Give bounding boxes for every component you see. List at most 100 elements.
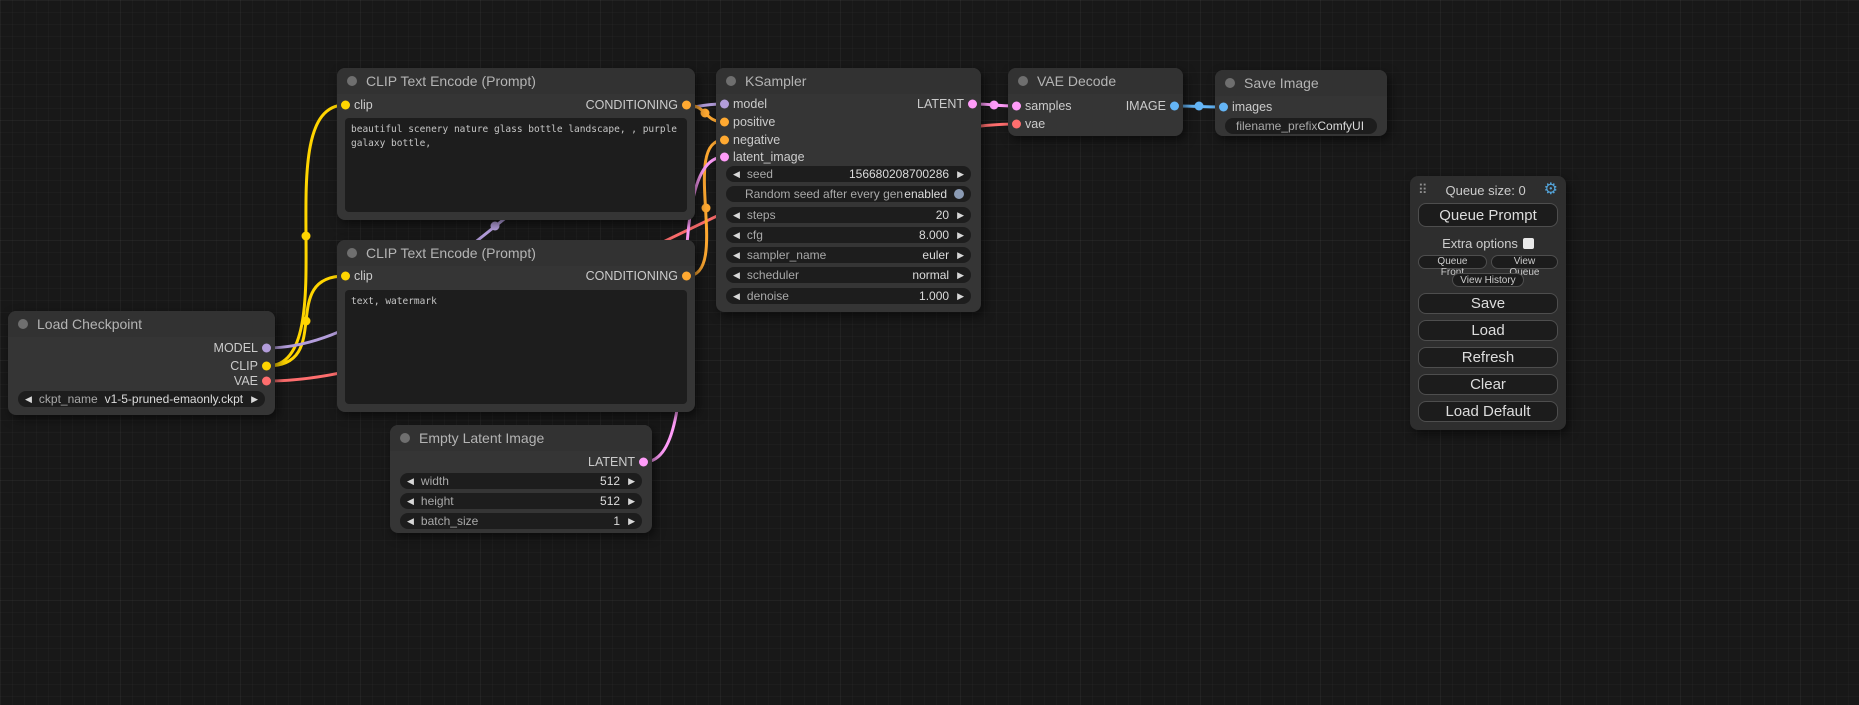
save-button[interactable]: Save bbox=[1418, 293, 1558, 314]
conditioning-output-dot[interactable] bbox=[682, 101, 691, 110]
clip-output-dot[interactable] bbox=[262, 362, 271, 371]
input-slot-positive: positive bbox=[716, 114, 981, 130]
node-clip-text-encode-positive[interactable]: CLIP Text Encode (Prompt) clip CONDITION… bbox=[337, 68, 695, 220]
node-title-bar[interactable]: CLIP Text Encode (Prompt) bbox=[337, 68, 695, 94]
clip-input-dot[interactable] bbox=[341, 272, 350, 281]
node-title-bar[interactable]: CLIP Text Encode (Prompt) bbox=[337, 240, 695, 266]
decrement-arrow-icon[interactable]: ◀ bbox=[733, 170, 740, 179]
samples-input-dot[interactable] bbox=[1012, 102, 1021, 111]
increment-arrow-icon[interactable]: ▶ bbox=[628, 477, 635, 486]
decrement-arrow-icon[interactable]: ◀ bbox=[733, 271, 740, 280]
node-title-bar[interactable]: Empty Latent Image bbox=[390, 425, 652, 451]
queue-prompt-button[interactable]: Queue Prompt bbox=[1418, 203, 1558, 227]
steps-widget[interactable]: ◀ steps 20 ▶ bbox=[726, 207, 971, 223]
clear-button[interactable]: Clear bbox=[1418, 374, 1558, 395]
model-input-dot[interactable] bbox=[720, 100, 729, 109]
clip-input-dot[interactable] bbox=[341, 101, 350, 110]
sampler-name-widget[interactable]: ◀ sampler_name euler ▶ bbox=[726, 247, 971, 263]
link-midpoint-dot bbox=[702, 204, 711, 213]
drag-handle-icon[interactable]: ⠿ bbox=[1418, 182, 1428, 198]
node-load-checkpoint[interactable]: Load Checkpoint MODEL CLIP VAE ◀ ckpt_na… bbox=[8, 311, 275, 415]
model-output-dot[interactable] bbox=[262, 344, 271, 353]
queue-menu-panel: ⠿ Queue size: 0 ⚙ Queue Prompt Extra opt… bbox=[1410, 176, 1566, 430]
increment-arrow-icon[interactable]: ▶ bbox=[957, 231, 964, 240]
ckpt-name-widget[interactable]: ◀ ckpt_name v1-5-pruned-emaonly.ckpt ▶ bbox=[18, 391, 265, 407]
node-title: Empty Latent Image bbox=[419, 430, 544, 446]
collapse-dot-icon[interactable] bbox=[1225, 78, 1235, 88]
decrement-arrow-icon[interactable]: ◀ bbox=[733, 251, 740, 260]
negative-input-dot[interactable] bbox=[720, 136, 729, 145]
decrement-arrow-icon[interactable]: ◀ bbox=[733, 231, 740, 240]
collapse-dot-icon[interactable] bbox=[726, 76, 736, 86]
node-title: VAE Decode bbox=[1037, 73, 1116, 89]
decrement-arrow-icon[interactable]: ◀ bbox=[407, 497, 414, 506]
node-title-bar[interactable]: KSampler bbox=[716, 68, 981, 94]
queue-size-label: Queue size: 0 bbox=[1428, 183, 1544, 198]
node-title-bar[interactable]: Load Checkpoint bbox=[8, 311, 275, 337]
denoise-widget[interactable]: ◀ denoise 1.000 ▶ bbox=[726, 288, 971, 304]
increment-arrow-icon[interactable]: ▶ bbox=[957, 292, 964, 301]
increment-arrow-icon[interactable]: ▶ bbox=[251, 395, 258, 404]
queue-front-button[interactable]: Queue Front bbox=[1418, 255, 1487, 269]
vae-output-dot[interactable] bbox=[262, 377, 271, 386]
node-clip-text-encode-negative[interactable]: CLIP Text Encode (Prompt) clip CONDITION… bbox=[337, 240, 695, 412]
input-slot-vae: vae bbox=[1008, 116, 1183, 132]
decrement-arrow-icon[interactable]: ◀ bbox=[733, 211, 740, 220]
view-queue-button[interactable]: View Queue bbox=[1491, 255, 1558, 269]
view-history-button[interactable]: View History bbox=[1452, 273, 1523, 287]
link-midpoint-dot bbox=[491, 222, 500, 231]
conditioning-output-dot[interactable] bbox=[682, 272, 691, 281]
random-seed-toggle[interactable]: Random seed after every gen enabled bbox=[726, 186, 971, 202]
increment-arrow-icon[interactable]: ▶ bbox=[957, 170, 964, 179]
vae-input-dot[interactable] bbox=[1012, 120, 1021, 129]
extra-options-row: Extra options bbox=[1418, 235, 1558, 251]
decrement-arrow-icon[interactable]: ◀ bbox=[407, 477, 414, 486]
input-slot-negative: negative bbox=[716, 132, 981, 148]
collapse-dot-icon[interactable] bbox=[347, 76, 357, 86]
image-output-dot[interactable] bbox=[1170, 102, 1179, 111]
increment-arrow-icon[interactable]: ▶ bbox=[957, 211, 964, 220]
cfg-widget[interactable]: ◀ cfg 8.000 ▶ bbox=[726, 227, 971, 243]
extra-options-checkbox[interactable] bbox=[1523, 238, 1534, 249]
batch-size-widget[interactable]: ◀ batch_size 1 ▶ bbox=[400, 513, 642, 529]
seed-widget[interactable]: ◀ seed 156680208700286 ▶ bbox=[726, 166, 971, 182]
height-widget[interactable]: ◀ height 512 ▶ bbox=[400, 493, 642, 509]
load-default-button[interactable]: Load Default bbox=[1418, 401, 1558, 422]
node-title-bar[interactable]: VAE Decode bbox=[1008, 68, 1183, 94]
node-title: CLIP Text Encode (Prompt) bbox=[366, 73, 536, 89]
node-ksampler[interactable]: KSampler model LATENT positive negative … bbox=[716, 68, 981, 312]
slot-row: clip CONDITIONING bbox=[337, 268, 695, 284]
latent-output-dot[interactable] bbox=[968, 100, 977, 109]
decrement-arrow-icon[interactable]: ◀ bbox=[25, 395, 32, 404]
images-input-dot[interactable] bbox=[1219, 103, 1228, 112]
node-save-image[interactable]: Save Image images filename_prefix ComfyU… bbox=[1215, 70, 1387, 136]
latent-image-input-dot[interactable] bbox=[720, 153, 729, 162]
positive-input-dot[interactable] bbox=[720, 118, 729, 127]
refresh-button[interactable]: Refresh bbox=[1418, 347, 1558, 368]
node-empty-latent-image[interactable]: Empty Latent Image LATENT ◀ width 512 ▶ … bbox=[390, 425, 652, 533]
collapse-dot-icon[interactable] bbox=[1018, 76, 1028, 86]
increment-arrow-icon[interactable]: ▶ bbox=[628, 497, 635, 506]
collapse-dot-icon[interactable] bbox=[400, 433, 410, 443]
slot-row-model-latent: model LATENT bbox=[716, 96, 981, 112]
increment-arrow-icon[interactable]: ▶ bbox=[957, 251, 964, 260]
settings-gear-icon[interactable]: ⚙ bbox=[1544, 182, 1558, 198]
load-button[interactable]: Load bbox=[1418, 320, 1558, 341]
link-midpoint-dot bbox=[990, 101, 999, 110]
positive-prompt-textarea[interactable]: beautiful scenery nature glass bottle la… bbox=[345, 118, 687, 212]
filename-prefix-widget[interactable]: filename_prefix ComfyUI bbox=[1225, 118, 1377, 134]
negative-prompt-textarea[interactable]: text, watermark bbox=[345, 290, 687, 404]
node-title-bar[interactable]: Save Image bbox=[1215, 70, 1387, 96]
node-title: CLIP Text Encode (Prompt) bbox=[366, 245, 536, 261]
node-vae-decode[interactable]: VAE Decode samples IMAGE vae bbox=[1008, 68, 1183, 136]
scheduler-widget[interactable]: ◀ scheduler normal ▶ bbox=[726, 267, 971, 283]
increment-arrow-icon[interactable]: ▶ bbox=[957, 271, 964, 280]
collapse-dot-icon[interactable] bbox=[18, 319, 28, 329]
width-widget[interactable]: ◀ width 512 ▶ bbox=[400, 473, 642, 489]
increment-arrow-icon[interactable]: ▶ bbox=[628, 517, 635, 526]
decrement-arrow-icon[interactable]: ◀ bbox=[733, 292, 740, 301]
decrement-arrow-icon[interactable]: ◀ bbox=[407, 517, 414, 526]
latent-output-dot[interactable] bbox=[639, 458, 648, 467]
toggle-knob[interactable] bbox=[954, 189, 964, 199]
collapse-dot-icon[interactable] bbox=[347, 248, 357, 258]
